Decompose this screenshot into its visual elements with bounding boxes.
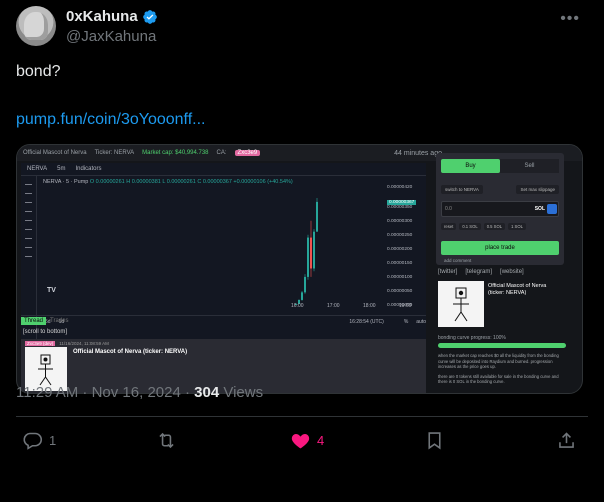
retweet-button[interactable] [156, 430, 183, 451]
author-name-row: 0xKahuna [66, 8, 158, 25]
candle-body [304, 276, 306, 293]
chip-0-5-sol: 0.5 SOL [483, 223, 506, 230]
auto-toggle: auto [416, 318, 426, 325]
telegram-link: [telegram] [465, 269, 493, 275]
bonding-curve-text: when the market cap reaches $0 all the l… [438, 353, 568, 385]
tweet-link[interactable]: pump.fun/coin/3oYooonff... [16, 111, 205, 129]
price-tick: 0.00000150 [387, 260, 413, 266]
candle-body [307, 237, 309, 277]
tradingview-logo: TV [47, 287, 56, 294]
chip-reset: reset [441, 223, 457, 230]
candle-body [301, 292, 303, 300]
candle-body [313, 231, 315, 269]
tweet-media-image[interactable]: Official Mascot of Nerva Ticker: NERVA M… [16, 144, 583, 394]
bonding-curve-bar [438, 343, 566, 348]
author-display-name[interactable]: 0xKahuna [66, 8, 138, 25]
heart-icon [291, 433, 310, 449]
social-links: [twitter] [telegram] [website] [438, 269, 524, 275]
max-slippage-button: Set max slippage [516, 185, 559, 194]
time-tick: 17:00 [327, 303, 340, 309]
retweet-icon [159, 432, 174, 449]
coin-name: Official Mascot of Nerva [23, 150, 87, 156]
candle-body [316, 201, 318, 232]
time-tick: 19:00 [399, 303, 412, 309]
price-tick: 0.00000050 [387, 288, 413, 294]
post-time: 11/16/2024, 11:08:59 AM [59, 341, 109, 346]
contract-address-label: CA: [216, 150, 227, 156]
twitter-link: [twitter] [438, 269, 458, 275]
trade-panel: Buy Sell switch to NERVA Set max slippag… [436, 153, 564, 265]
reply-icon [23, 432, 43, 450]
tweet-header: 0xKahuna @JaxKahuna ••• [16, 6, 588, 50]
price-tick: 0.00000200 [387, 246, 413, 252]
price-tick: 0.00000250 [387, 232, 413, 238]
like-button[interactable]: 4 [290, 430, 324, 451]
views-label: Views [219, 384, 264, 401]
bonding-curve-text-2: there are 0 tokens still available for s… [438, 373, 559, 385]
coin-card-title: Official Mascot of Nerva (ticker: NERVA) [488, 283, 547, 296]
chip-0-1-sol: 0.1 SOL [459, 223, 481, 230]
coin-image [438, 281, 484, 327]
price-tick: 0.00000300 [387, 218, 413, 224]
indicators-label: Indicators [75, 166, 102, 172]
reply-count: 1 [49, 433, 57, 448]
chart-clock: 16:28:54 (UTC) [349, 318, 384, 325]
tweet-text: bond? [16, 63, 61, 80]
price-tick: 0.00000420 [387, 185, 413, 190]
author-handle[interactable]: @JaxKahuna [66, 28, 156, 45]
thread-tabs: Thread Trades [21, 317, 68, 325]
bookmark-icon [428, 432, 441, 450]
tweet-timestamp: 11:29 AM · Nov 16, 2024 · 304 Views [16, 384, 263, 401]
sell-tab: Sell [500, 159, 559, 173]
price-tick: 0.00000100 [387, 274, 413, 280]
bonding-curve-label: bonding curve progress: 100% [438, 335, 506, 341]
bonding-curve-fill [438, 343, 566, 348]
amount-chips: reset 0.1 SOL 0.5 SOL 1 SOL [441, 223, 526, 230]
amount-input: 0.0 SOL [441, 201, 559, 217]
tab-trades: Trades [50, 318, 69, 324]
price-tick: 0.00000350 [387, 204, 413, 210]
switch-token-button: switch to NERVA [441, 185, 483, 194]
buy-tab: Buy [441, 159, 500, 173]
views-count: 304 [194, 384, 220, 401]
add-comment-link: add comment [444, 258, 472, 263]
chart-toolbar: NERVA 5m Indicators [21, 163, 426, 176]
tab-thread: Thread [21, 317, 47, 325]
share-button[interactable] [556, 430, 583, 451]
website-link: [website] [500, 269, 524, 275]
market-cap: Market cap: $40,994.738 [142, 150, 209, 156]
reply-button[interactable]: 1 [22, 430, 56, 451]
amount-placeholder: 0.0 [445, 206, 452, 212]
tweet-time[interactable]: 11:29 AM · Nov 16, 2024 · [16, 384, 194, 401]
log-toggle: % [403, 318, 409, 325]
sol-icon [547, 204, 557, 214]
candle-body [310, 237, 312, 269]
chip-1-sol: 1 SOL [508, 223, 526, 230]
chart-bottom-bar: 5d 1d 16:28:54 (UTC) % auto [21, 315, 426, 327]
creator-tag: Zxc3e9 [234, 150, 261, 156]
tweet-actions: 1 4 [16, 430, 588, 454]
verified-badge-icon [142, 9, 157, 24]
share-icon [559, 432, 574, 448]
post-meta: Zxc3e9 (dev) 11/16/2024, 11:08:59 AM [25, 341, 109, 346]
symbol-label: NERVA [27, 166, 48, 172]
interval-label: 5m [57, 166, 66, 172]
bonding-curve-text-1: when the market cap reaches $0 all the l… [438, 353, 559, 369]
post-user-tag: Zxc3e9 (dev) [25, 341, 56, 346]
place-trade-button: place trade [441, 241, 559, 255]
currency-label: SOL [534, 206, 545, 212]
created-ago: 44 minutes ago [394, 149, 442, 157]
bookmark-button[interactable] [424, 430, 451, 451]
time-tick: 18:00 [363, 303, 376, 309]
like-count: 4 [317, 433, 325, 448]
scroll-to-bottom-link: [scroll to bottom] [23, 329, 68, 335]
coin-ticker: Ticker: NERVA [94, 150, 135, 156]
divider [16, 416, 588, 417]
author-avatar[interactable] [16, 6, 56, 46]
time-axis: 16:00 17:00 18:00 19:00 [41, 303, 412, 311]
more-options-icon[interactable]: ••• [560, 10, 580, 28]
time-tick: 16:00 [291, 303, 304, 309]
post-title: Official Mascot of Nerva (ticker: NERVA) [73, 349, 188, 355]
